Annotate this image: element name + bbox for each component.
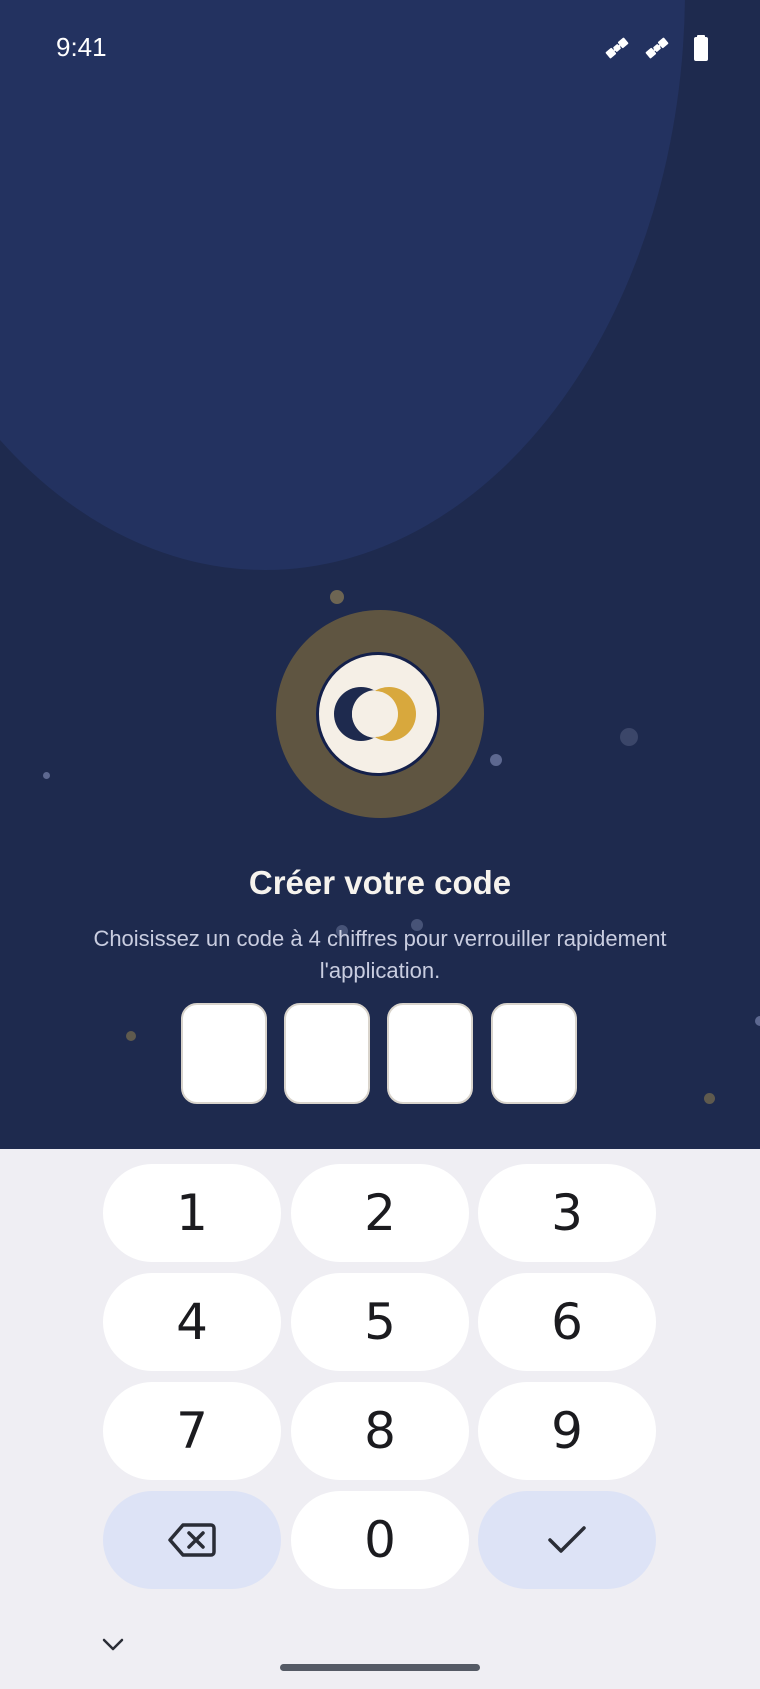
moon-logo-icon — [316, 652, 440, 776]
key-7[interactable]: 7 — [103, 1382, 281, 1480]
key-6[interactable]: 6 — [478, 1273, 656, 1371]
decor-dot — [330, 590, 344, 604]
page-subtitle: Choisissez un code à 4 chiffres pour ver… — [60, 923, 700, 987]
home-indicator[interactable] — [280, 1664, 480, 1671]
pin-digit-1[interactable] — [181, 1003, 267, 1104]
pin-digit-2[interactable] — [284, 1003, 370, 1104]
decor-dot — [490, 754, 502, 766]
status-time: 9:41 — [56, 32, 107, 62]
status-bar: 9:41 — [0, 0, 760, 96]
key-3[interactable]: 3 — [478, 1164, 656, 1262]
key-2[interactable]: 2 — [291, 1164, 469, 1262]
key-9[interactable]: 9 — [478, 1382, 656, 1480]
chevron-down-icon[interactable] — [98, 1630, 128, 1660]
subtitle-line: Choisissez un code à 4 chiffres pour ver… — [93, 926, 667, 951]
satellite-icon — [605, 37, 629, 59]
key-1[interactable]: 1 — [103, 1164, 281, 1262]
battery-icon — [694, 35, 708, 61]
decor-dot — [126, 1031, 136, 1041]
decor-dot — [755, 1016, 760, 1026]
decor-dot — [43, 772, 50, 779]
pin-setup-screen: 9:41 Créer votre code Choisissez un code… — [0, 0, 760, 1149]
key-4[interactable]: 4 — [103, 1273, 281, 1371]
decor-dot — [620, 728, 638, 746]
page-title: Créer votre code — [248, 864, 512, 901]
satellite-icon — [645, 37, 669, 59]
backspace-button[interactable] — [103, 1491, 281, 1589]
pin-digit-4[interactable] — [491, 1003, 577, 1104]
key-5[interactable]: 5 — [291, 1273, 469, 1371]
pin-digit-3[interactable] — [387, 1003, 473, 1104]
key-8[interactable]: 8 — [291, 1382, 469, 1480]
confirm-button[interactable] — [478, 1491, 656, 1589]
decor-dot — [704, 1093, 715, 1104]
backspace-icon — [168, 1523, 216, 1557]
checkmark-icon — [548, 1526, 586, 1553]
key-0[interactable]: 0 — [291, 1491, 469, 1589]
subtitle-line: l'application. — [319, 958, 441, 983]
